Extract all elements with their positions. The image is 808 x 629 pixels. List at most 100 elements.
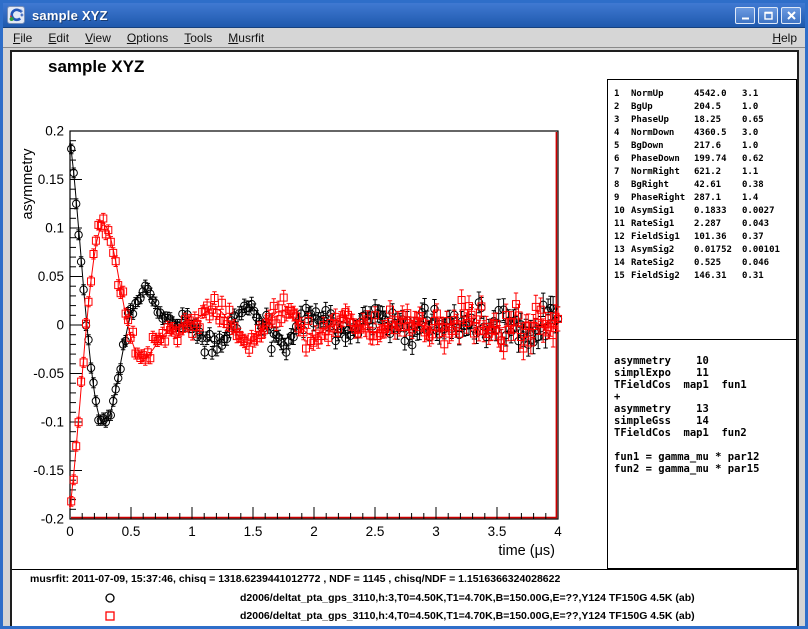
param-error: 0.65 xyxy=(742,114,796,127)
y-tick-label: -0.2 xyxy=(41,512,64,527)
param-error: 1.0 xyxy=(742,101,796,114)
param-row: 2BgUp204.51.0 xyxy=(614,101,796,114)
param-value: 287.1 xyxy=(694,192,742,205)
menu-edit[interactable]: Edit xyxy=(40,29,77,47)
minimize-button[interactable] xyxy=(735,7,755,24)
param-error: 1.1 xyxy=(742,166,796,179)
y-tick-label: -0.15 xyxy=(33,463,64,478)
param-value: 204.5 xyxy=(694,101,742,114)
param-number: 6 xyxy=(614,153,631,166)
legend-row: d2006/deltat_pta_gps_3110,h:4,T0=4.50K,T… xyxy=(12,609,797,625)
param-value: 4542.0 xyxy=(694,88,742,101)
circle-marker-icon xyxy=(104,592,116,604)
param-row: 11RateSig12.2870.043 xyxy=(614,218,796,231)
root-canvas: sample XYZ 00.511.522.533.540.20.150.10.… xyxy=(10,50,799,628)
y-tick-label: -0.05 xyxy=(33,366,64,381)
menu-items-left: FileEditViewOptionsToolsMusrfit xyxy=(5,29,272,47)
titlebar[interactable]: sample XYZ xyxy=(3,3,805,28)
param-row: 8BgRight42.610.38 xyxy=(614,179,796,192)
param-number: 13 xyxy=(614,244,631,257)
theory-text: asymmetry 10 simplExpo 11 TFieldCos map1… xyxy=(614,355,796,475)
close-icon xyxy=(786,10,797,21)
menu-view[interactable]: View xyxy=(77,29,119,47)
param-name: NormUp xyxy=(631,88,694,101)
param-name: BgUp xyxy=(631,101,694,114)
param-name: PhaseUp xyxy=(631,114,694,127)
param-error: 3.1 xyxy=(742,88,796,101)
param-name: BgDown xyxy=(631,140,694,153)
param-row: 14RateSig20.5250.046 xyxy=(614,257,796,270)
param-name: RateSig2 xyxy=(631,257,694,270)
menubar: FileEditViewOptionsToolsMusrfit Help xyxy=(3,28,805,48)
menu-options[interactable]: Options xyxy=(119,29,176,47)
root-logo-icon[interactable] xyxy=(7,6,25,24)
y-tick-label: 0.1 xyxy=(45,221,64,236)
param-row: 1NormUp4542.03.1 xyxy=(614,88,796,101)
menu-file[interactable]: File xyxy=(5,29,40,47)
y-tick-label: 0.15 xyxy=(38,172,64,187)
param-value: 18.25 xyxy=(694,114,742,127)
param-value: 0.525 xyxy=(694,257,742,270)
param-number: 7 xyxy=(614,166,631,179)
param-error: 0.31 xyxy=(742,270,796,283)
legend-label: d2006/deltat_pta_gps_3110,h:4,T0=4.50K,T… xyxy=(240,610,695,622)
theory-panel: asymmetry 10 simplExpo 11 TFieldCos map1… xyxy=(607,339,797,569)
param-name: FieldSig1 xyxy=(631,231,694,244)
param-name: NormDown xyxy=(631,127,694,140)
param-number: 9 xyxy=(614,192,631,205)
maximize-icon xyxy=(763,10,774,21)
param-value: 146.31 xyxy=(694,270,742,283)
y-tick-label: -0.1 xyxy=(41,415,64,430)
plot-frame xyxy=(70,131,558,519)
x-tick-label: 3.5 xyxy=(488,524,507,539)
fit-parameter-panel: 1NormUp4542.03.12BgUp204.51.03PhaseUp18.… xyxy=(607,79,797,340)
close-button[interactable] xyxy=(781,7,801,24)
menu-help[interactable]: Help xyxy=(764,29,805,47)
param-error: 0.043 xyxy=(742,218,796,231)
y-tick-label: 0.2 xyxy=(45,124,64,139)
param-name: FieldSig2 xyxy=(631,270,694,283)
menu-items-right: Help xyxy=(764,29,805,47)
param-number: 4 xyxy=(614,127,631,140)
x-tick-label: 2 xyxy=(310,524,318,539)
footer-divider xyxy=(12,569,797,570)
param-number: 11 xyxy=(614,218,631,231)
maximize-button[interactable] xyxy=(758,7,778,24)
x-tick-label: 1 xyxy=(188,524,196,539)
app-window: sample XYZ FileEditViewOptionsToolsM xyxy=(0,0,808,629)
param-row: 9PhaseRight287.11.4 xyxy=(614,192,796,205)
param-number: 3 xyxy=(614,114,631,127)
param-name: RateSig1 xyxy=(631,218,694,231)
param-row: 15FieldSig2146.310.31 xyxy=(614,270,796,283)
x-tick-label: 1.5 xyxy=(244,524,263,539)
menu-musrfit[interactable]: Musrfit xyxy=(220,29,272,47)
x-tick-label: 3 xyxy=(432,524,440,539)
param-row: 6PhaseDown199.740.62 xyxy=(614,153,796,166)
window-title: sample XYZ xyxy=(32,8,108,23)
axis-ticks xyxy=(70,131,558,519)
param-number: 15 xyxy=(614,270,631,283)
x-tick-label: 4 xyxy=(554,524,562,539)
param-name: BgRight xyxy=(631,179,694,192)
param-value: 0.1833 xyxy=(694,205,742,218)
square-marker-icon xyxy=(104,610,116,622)
param-error: 0.62 xyxy=(742,153,796,166)
plot-svg[interactable]: 00.511.522.533.540.20.150.10.050-0.05-0.… xyxy=(12,52,612,572)
param-value: 0.01752 xyxy=(694,244,742,257)
param-value: 101.36 xyxy=(694,231,742,244)
param-row: 12FieldSig1101.360.37 xyxy=(614,231,796,244)
param-row: 7NormRight621.21.1 xyxy=(614,166,796,179)
param-row: 13AsymSig20.017520.00101 xyxy=(614,244,796,257)
param-name: PhaseRight xyxy=(631,192,694,205)
x-tick-label: 2.5 xyxy=(366,524,385,539)
legend-label: d2006/deltat_pta_gps_3110,h:3,T0=4.50K,T… xyxy=(240,592,695,604)
param-error: 0.046 xyxy=(742,257,796,270)
param-row: 3PhaseUp18.250.65 xyxy=(614,114,796,127)
x-tick-label: 0.5 xyxy=(122,524,141,539)
menu-tools[interactable]: Tools xyxy=(176,29,220,47)
window-controls xyxy=(735,7,801,24)
param-number: 2 xyxy=(614,101,631,114)
y-tick-label: 0.05 xyxy=(38,269,64,284)
param-number: 12 xyxy=(614,231,631,244)
x-axis-title: time (μs) xyxy=(498,543,555,559)
